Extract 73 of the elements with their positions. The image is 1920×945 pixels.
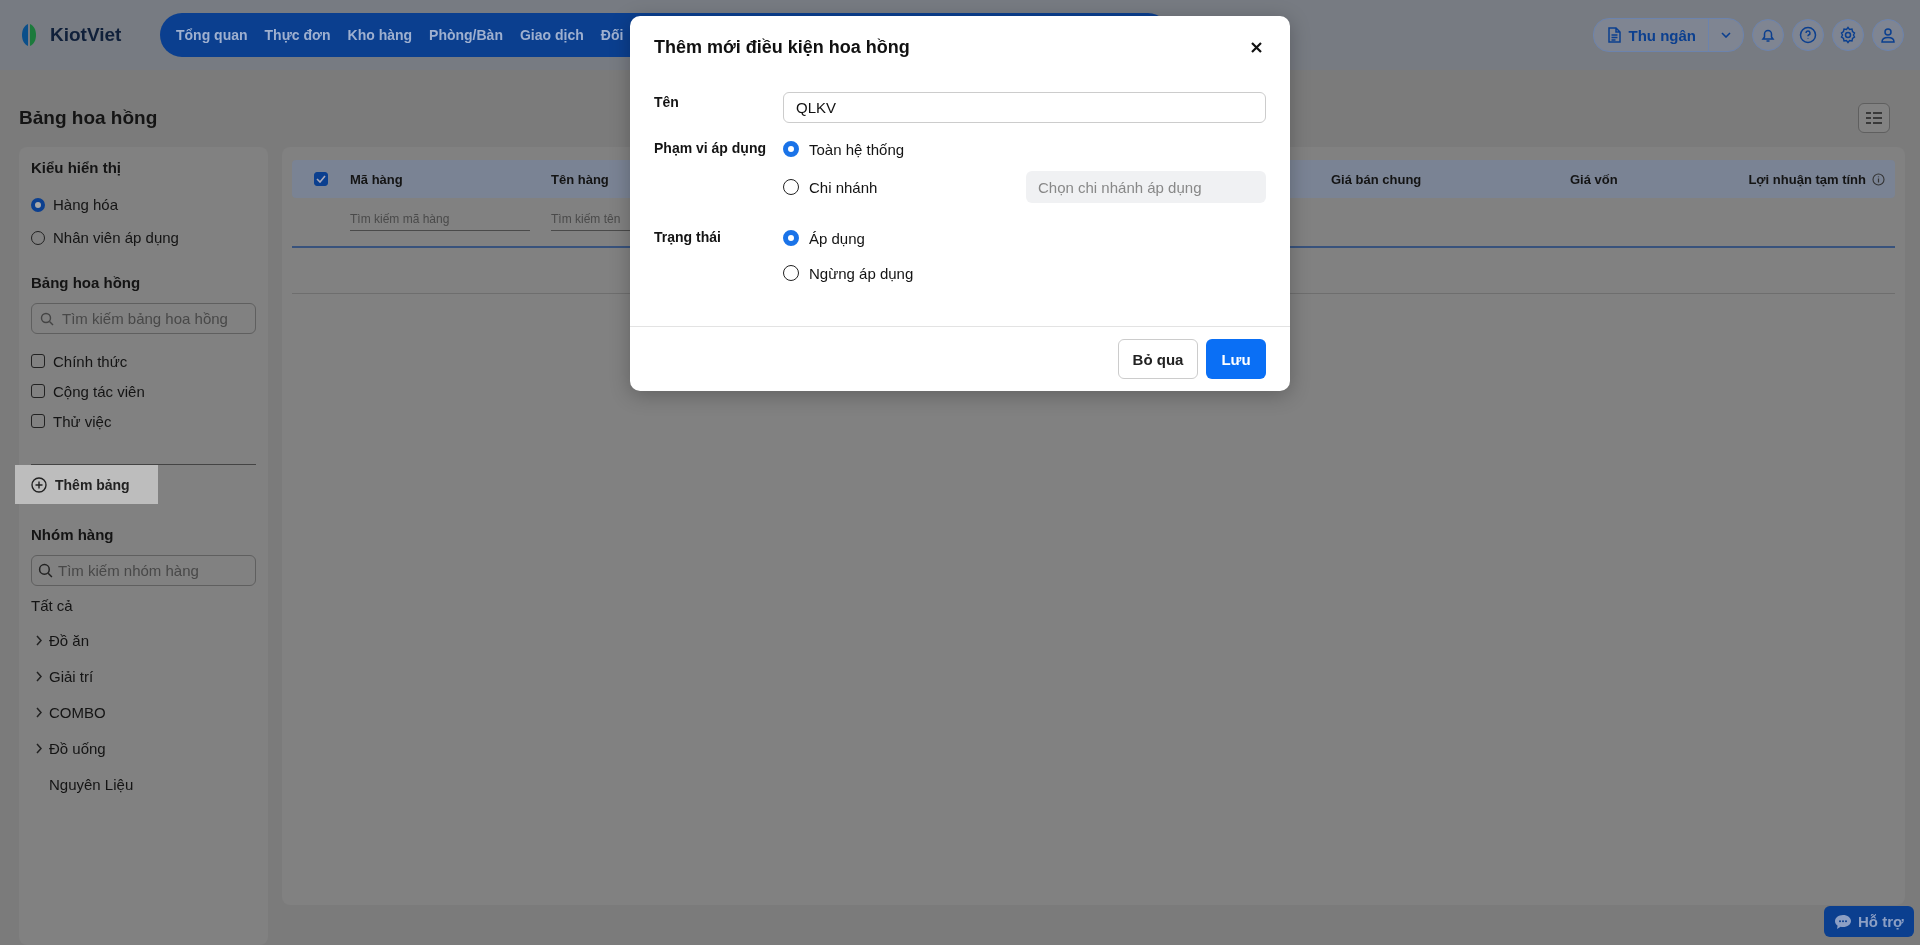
cancel-button[interactable]: Bỏ qua xyxy=(1118,339,1198,379)
column-header: Mã hàng xyxy=(350,171,403,187)
search-icon xyxy=(38,563,53,578)
option-label: Chi nhánh xyxy=(809,178,878,196)
category-item[interactable]: Nguyên Liệu xyxy=(49,775,134,793)
section-title: Bảng hoa hồng xyxy=(31,274,142,291)
select-all-checkbox[interactable] xyxy=(314,172,328,186)
option-label: Ngừng áp dụng xyxy=(809,264,914,282)
name-field[interactable]: QLKV xyxy=(783,92,1266,123)
column-header: Giá bán chung xyxy=(1331,171,1422,187)
field-label: Phạm vi áp dụng xyxy=(654,139,767,158)
search-field[interactable]: Tìm kiếm nhóm hàng xyxy=(31,555,256,586)
chevron-right-icon[interactable] xyxy=(35,634,43,646)
column-header: Lợi nhuận tạm tính xyxy=(1748,171,1866,187)
settings-button[interactable] xyxy=(1832,19,1864,51)
notification-button[interactable] xyxy=(1752,19,1784,51)
radio-button[interactable] xyxy=(31,197,45,212)
category-item[interactable]: COMBO xyxy=(49,703,106,721)
help-button[interactable] xyxy=(1792,19,1824,51)
chat-bubble-icon xyxy=(1834,913,1852,930)
radio-button[interactable] xyxy=(783,230,799,246)
search-field[interactable]: Tìm kiếm bảng hoa hồng xyxy=(31,303,256,334)
field-label: Tên xyxy=(654,93,680,112)
nav-item[interactable]: Đối xyxy=(600,27,624,43)
nav-item[interactable]: Phòng/Bàn xyxy=(429,27,503,43)
search-icon xyxy=(40,312,54,326)
plus-circle-icon xyxy=(31,476,47,493)
section-title: Kiểu hiển thị xyxy=(31,159,122,176)
checkbox-label: Thử việc xyxy=(53,412,112,430)
branch-select[interactable]: Chọn chi nhánh áp dụng xyxy=(1026,171,1266,203)
category-item[interactable]: Tất cả xyxy=(31,588,256,622)
category-item[interactable]: Giải trí xyxy=(49,667,94,685)
checkbox[interactable] xyxy=(31,414,45,428)
chevron-down-icon xyxy=(1721,32,1731,38)
nav-item[interactable]: Giao dịch xyxy=(519,27,584,43)
dialog-title: Thêm mới điều kiện hoa hồng xyxy=(654,36,910,58)
chevron-right-icon[interactable] xyxy=(35,742,43,754)
option-label: Nhân viên áp dụng xyxy=(53,229,179,246)
chevron-right-icon[interactable] xyxy=(35,706,43,718)
column-header: Giá vốn xyxy=(1570,171,1618,187)
close-icon xyxy=(1251,41,1262,53)
field-label: Trạng thái xyxy=(654,228,722,247)
checkbox-label: Cộng tác viên xyxy=(53,382,145,400)
bell-icon xyxy=(1760,27,1776,43)
list-icon xyxy=(1866,111,1882,124)
nav-item[interactable]: Tổng quan xyxy=(176,27,248,43)
radio-button[interactable] xyxy=(783,141,799,157)
page-title: Bảng hoa hồng xyxy=(19,106,158,129)
add-table-button[interactable]: Thêm bảng xyxy=(15,465,158,504)
logo-text: KiotViet xyxy=(50,24,122,46)
category-item[interactable]: Đồ ăn xyxy=(49,631,90,649)
document-icon xyxy=(1607,27,1621,43)
option-label: Hàng hóa xyxy=(53,196,119,213)
view-toggle-button[interactable] xyxy=(1858,102,1890,133)
checkbox-label: Chính thức xyxy=(53,352,128,370)
account-button[interactable] xyxy=(1872,19,1904,51)
nav-item[interactable]: Kho hàng xyxy=(347,27,413,43)
option-label: Toàn hệ thống xyxy=(809,140,905,158)
save-button[interactable]: Lưu xyxy=(1206,339,1266,379)
column-header: Tên hàng xyxy=(551,171,609,187)
role-label: Thu ngân xyxy=(1628,26,1696,44)
checkbox[interactable] xyxy=(31,384,45,398)
role-button[interactable]: Thu ngân xyxy=(1592,18,1744,52)
support-button[interactable]: Hỗ trợ xyxy=(1824,906,1914,937)
checkbox[interactable] xyxy=(31,354,45,368)
section-title: Nhóm hàng xyxy=(31,526,115,543)
question-icon xyxy=(1799,26,1817,44)
user-icon xyxy=(1880,27,1896,43)
nav-item[interactable]: Thực đơn xyxy=(264,27,331,43)
settings-icon xyxy=(1839,26,1857,44)
option-label: Áp dụng xyxy=(809,229,865,247)
chevron-right-icon[interactable] xyxy=(35,670,43,682)
category-item[interactable]: Đồ uống xyxy=(49,739,106,757)
